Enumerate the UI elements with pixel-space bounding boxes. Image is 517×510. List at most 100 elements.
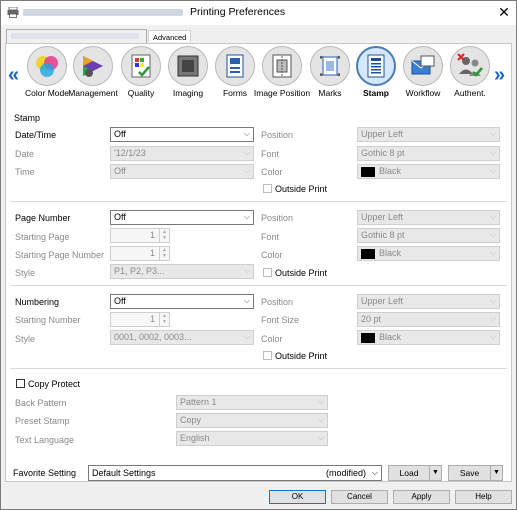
spin-arrows-icon[interactable]: ▲ ▼: [159, 247, 169, 260]
chevron-down-icon: ⌵: [371, 468, 378, 477]
font-label: Font: [261, 149, 280, 159]
back-pattern-label: Back Pattern: [15, 398, 67, 408]
page-position-select[interactable]: Upper Left ⌵: [357, 210, 500, 225]
apply-button[interactable]: Apply: [393, 490, 450, 504]
category-authent[interactable]: Authent.: [447, 46, 493, 98]
time-select[interactable]: Off ⌵: [110, 164, 254, 179]
date-time-value: Off: [114, 129, 126, 139]
numbering-outside-print-checkbox[interactable]: [263, 351, 272, 360]
favorite-setting-value: Default Settings: [92, 468, 156, 478]
tab-general[interactable]: [6, 29, 147, 43]
save-dropdown-icon[interactable]: ▼: [490, 466, 502, 480]
help-button[interactable]: Help: [455, 490, 512, 504]
chevron-down-icon: ⌵: [489, 166, 496, 175]
outside-print-checkbox[interactable]: [263, 184, 272, 193]
chevron-down-icon: ⌵: [243, 212, 250, 221]
color-select[interactable]: Black ⌵: [357, 164, 500, 179]
divider: [10, 368, 507, 369]
date-time-select[interactable]: Off ⌵: [110, 127, 254, 142]
favorite-setting-select[interactable]: Default Settings (modified) ⌵: [88, 465, 382, 481]
starting-page-stepper[interactable]: 1 ▲ ▼: [110, 228, 170, 243]
load-label: Load: [399, 468, 419, 478]
font-size-value: 20 pt: [361, 314, 382, 324]
preset-stamp-value: Copy: [180, 415, 202, 425]
numbering-outside-print-label: Outside Print: [275, 351, 328, 361]
chevron-down-icon: ⌵: [317, 433, 324, 442]
category-workflow[interactable]: Workflow: [400, 46, 446, 98]
image-position-icon: [272, 54, 292, 78]
numbering-select[interactable]: Off ⌵: [110, 294, 254, 309]
marks-icon: [320, 56, 340, 76]
page-outside-print-checkbox[interactable]: [263, 268, 272, 277]
text-language-value: English: [180, 433, 210, 443]
cancel-button[interactable]: Cancel: [331, 490, 388, 504]
spin-arrows-icon[interactable]: ▲ ▼: [159, 229, 169, 242]
font-select[interactable]: Gothic 8 pt ⌵: [357, 146, 500, 161]
stamp-section-title: Stamp: [14, 113, 41, 123]
page-number-select[interactable]: Off ⌵: [110, 210, 254, 225]
starting-number-stepper[interactable]: 1 ▲ ▼: [110, 312, 170, 327]
close-button[interactable]: ✕: [495, 4, 513, 21]
management-icon: [83, 56, 103, 77]
category-imaging[interactable]: Imaging: [165, 46, 211, 98]
authent-icon: [457, 53, 483, 77]
color-mode-icon: [36, 56, 58, 77]
starting-page-label: Starting Page: [15, 232, 70, 242]
page-position-value: Upper Left: [361, 212, 404, 222]
category-management[interactable]: Management: [68, 46, 118, 98]
category-label: Authent.: [454, 88, 486, 98]
scroll-right-icon[interactable]: »: [494, 64, 505, 87]
position-label: Position: [261, 130, 294, 140]
chevron-down-icon: ⌵: [317, 397, 324, 406]
time-label: Time: [15, 167, 35, 177]
page-font-value: Gothic 8 pt: [361, 230, 405, 240]
chevron-down-icon: ⌵: [489, 314, 496, 323]
category-icon-bar: Color Mode Management Quality Imaging Fo…: [24, 46, 494, 110]
page-color-select[interactable]: Black ⌵: [357, 246, 500, 261]
stamp-icon: [367, 54, 385, 78]
category-stamp[interactable]: Stamp: [353, 46, 399, 98]
color-label: Color: [261, 167, 283, 177]
category-forms[interactable]: Forms: [212, 46, 258, 98]
page-number-value: Off: [114, 212, 126, 222]
text-language-select[interactable]: English ⌵: [176, 431, 328, 446]
save-button[interactable]: Save ▼: [448, 465, 503, 481]
font-size-label: Font Size: [261, 315, 300, 325]
numbering-color-select[interactable]: Black ⌵: [357, 330, 500, 345]
numbering-style-label: Style: [15, 334, 36, 344]
save-label: Save: [459, 468, 480, 478]
numbering-position-select[interactable]: Upper Left ⌵: [357, 294, 500, 309]
font-size-select[interactable]: 20 pt ⌵: [357, 312, 500, 327]
back-pattern-select[interactable]: Pattern 1 ⌵: [176, 395, 328, 410]
page-font-label: Font: [261, 232, 280, 242]
tab-advanced[interactable]: Advanced: [148, 30, 192, 42]
category-quality[interactable]: Quality: [118, 46, 164, 98]
load-button[interactable]: Load ▼: [388, 465, 442, 481]
page-font-select[interactable]: Gothic 8 pt ⌵: [357, 228, 500, 243]
page-style-value: P1, P2, P3...: [114, 266, 165, 276]
chevron-down-icon: ⌵: [243, 296, 250, 305]
date-select[interactable]: '12/1/23 ⌵: [110, 146, 254, 161]
page-position-label: Position: [261, 213, 294, 223]
imaging-icon: [177, 55, 199, 77]
page-style-label: Style: [15, 268, 36, 278]
time-value: Off: [114, 166, 126, 176]
chevron-down-icon: ⌵: [243, 166, 250, 175]
category-image-position[interactable]: Image Position: [254, 46, 310, 98]
ok-button[interactable]: OK: [269, 490, 326, 504]
copy-protect-checkbox[interactable]: [16, 379, 25, 388]
scroll-left-icon[interactable]: «: [8, 64, 19, 87]
forms-icon: [226, 54, 244, 78]
date-time-label: Date/Time: [15, 130, 57, 140]
chevron-down-icon: ⌵: [243, 266, 250, 275]
page-color-label: Color: [261, 250, 283, 260]
chevron-down-icon: ⌵: [489, 296, 496, 305]
position-select[interactable]: Upper Left ⌵: [357, 127, 500, 142]
spin-arrows-icon[interactable]: ▲ ▼: [159, 313, 169, 326]
color-swatch: [361, 166, 375, 177]
load-dropdown-icon[interactable]: ▼: [429, 466, 441, 480]
starting-page-number-stepper[interactable]: 1 ▲ ▼: [110, 246, 170, 261]
page-style-select[interactable]: P1, P2, P3... ⌵: [110, 264, 254, 279]
preset-stamp-select[interactable]: Copy ⌵: [176, 413, 328, 428]
numbering-style-select[interactable]: 0001, 0002, 0003... ⌵: [110, 330, 254, 345]
